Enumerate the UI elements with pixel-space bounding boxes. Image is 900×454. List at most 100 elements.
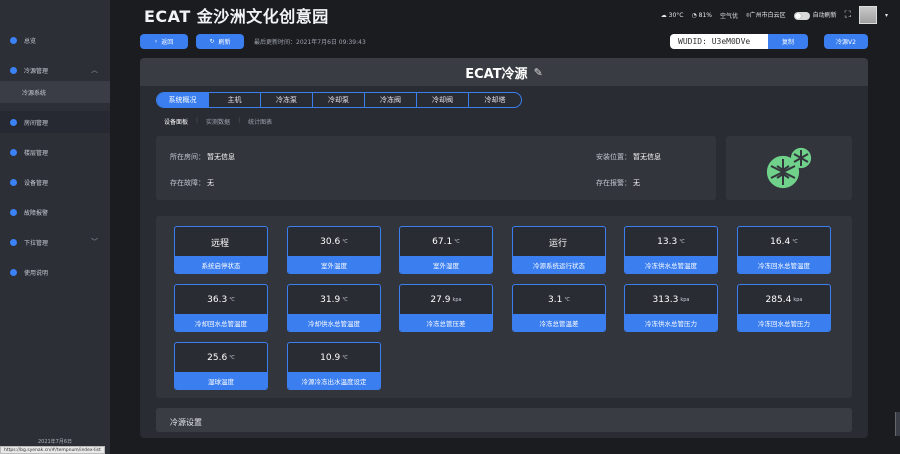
tab-cooling-pump[interactable]: 冷却泵 (313, 93, 365, 107)
back-button[interactable]: ‹ 返回 (140, 34, 188, 49)
weather-item: ☁ 30°C (661, 12, 684, 19)
fault-info: 存在故障：无 (170, 178, 214, 188)
edit-icon[interactable]: ✎ (534, 66, 543, 79)
metric-card: 27.9 kpa 冷冻总管压差 (399, 284, 493, 332)
location-info-label: 所在房间： (170, 153, 205, 161)
metric-card: 25.6 ℃ 湿球温度 (174, 342, 268, 390)
home-icon (10, 118, 17, 126)
location-text: 广州市白云区 (749, 12, 786, 19)
cooling-tower-logo (726, 136, 852, 200)
sidebar: 总览 冷源管理 ︿ 冷源系统 房间管理 楼层管理 设备管理 故障报警 下拉管理 … (0, 0, 110, 454)
sidebar-item-alarms[interactable]: 故障报警 (0, 201, 110, 223)
sidebar-item-dropdown[interactable]: 下拉管理 ﹀ (0, 231, 110, 253)
sidebar-item-label: 冷源管理 (24, 67, 49, 75)
chevron-up-icon: ︿ (91, 66, 98, 74)
tab-overview[interactable]: 系统概况 (157, 93, 209, 107)
refresh-button[interactable]: ↻ 刷新 (196, 34, 244, 49)
sidebar-brand (0, 0, 110, 26)
location-item: ⌾广州市白云区 (746, 10, 786, 20)
droplet-icon: ◔ (691, 11, 697, 19)
metric-label: 冷却供水总管温度 (288, 314, 380, 331)
metric-card: 3.1 ℃ 冷冻总管温差 (512, 284, 606, 332)
metric-label: 室外温度 (288, 256, 380, 273)
sidebar-item-help[interactable]: 使用说明 (0, 261, 110, 283)
metric-unit: ℃ (342, 297, 348, 303)
humidity-item: ◔ 81% (692, 12, 713, 19)
sidebar-item-cold-source-system[interactable]: 冷源系统 (0, 81, 110, 103)
tab-cooling-valve[interactable]: 冷却阀 (417, 93, 469, 107)
air-quality-text: 空气优 (720, 12, 739, 20)
metric-unit: ℃ (454, 239, 460, 245)
metric-card: 远程 系统启停状态 (174, 226, 268, 274)
sidebar-item-label: 下拉管理 (24, 239, 49, 247)
copy-button[interactable]: 复制 (768, 34, 808, 49)
metric-value: 远程 (210, 238, 229, 249)
sidebar-item-rooms[interactable]: 房间管理 (0, 111, 110, 133)
device-tabs: 系统概况 主机 冷冻泵 冷却泵 冷冻阀 冷却阀 冷却塔 (156, 92, 522, 108)
avatar[interactable] (858, 6, 877, 24)
tab-chilled-valve[interactable]: 冷冻阀 (365, 93, 417, 107)
metric-value: 67.1 (432, 237, 453, 247)
install-info-label: 安装位置： (596, 153, 631, 161)
top-info: ☁ 30°C ◔ 81% 空气优 ⌾广州市白云区 自动刷新 ⛶ ▾ (661, 6, 888, 24)
top-bar: ECAT 金沙洲文化创意园 ☁ 30°C ◔ 81% 空气优 ⌾广州市白云区 自… (110, 0, 900, 28)
metric-card: 285.4 kpa 冷冻回水总管压力 (737, 284, 831, 332)
metric-label: 冷源冷冻出水温度设定 (288, 372, 380, 389)
metric-unit: ℃ (342, 355, 348, 361)
metric-value: 运行 (548, 238, 567, 249)
info-icon (10, 268, 17, 276)
toggle-switch[interactable] (793, 11, 810, 20)
metric-unit: kpa (793, 297, 803, 303)
tab-host[interactable]: 主机 (209, 93, 261, 107)
metric-card: 67.1 ℃ 室外湿度 (399, 226, 493, 274)
version-button[interactable]: 冷源V2 (824, 34, 868, 49)
metric-unit: ℃ (564, 297, 570, 303)
alarm-info-label: 存在报警： (596, 179, 631, 187)
alarm-info-value: 无 (633, 179, 640, 187)
settings-title: 冷源设置 (170, 418, 202, 427)
metric-label: 冷源系统运行状态 (513, 256, 605, 273)
metric-value: 25.6 (207, 353, 228, 363)
chevron-left-icon: ‹ (154, 38, 158, 45)
sidebar-item-overview[interactable]: 总览 (0, 29, 110, 51)
metric-value: 16.4 (770, 237, 791, 247)
metric-card: 运行 冷源系统运行状态 (512, 226, 606, 274)
metric-value: 3.1 (548, 295, 563, 305)
auto-refresh-toggle[interactable]: 自动刷新 (793, 10, 837, 20)
auto-refresh-label: 自动刷新 (812, 12, 837, 20)
sidebar-item-label: 房间管理 (24, 119, 49, 127)
sidebar-item-devices[interactable]: 设备管理 (0, 171, 110, 193)
cold-source-settings-section[interactable]: 冷源设置 (156, 408, 852, 432)
alarm-info: 存在报警：无 (596, 178, 640, 188)
metric-label: 冷却回水总管温度 (175, 314, 267, 331)
metric-value: 285.4 (765, 295, 792, 305)
metric-value: 36.3 (207, 295, 228, 305)
subtab-statistics[interactable]: 统计图表 (248, 117, 272, 126)
metric-value: 13.3 (657, 237, 678, 247)
scrollbar-handle[interactable] (895, 412, 900, 436)
sidebar-item-cold-source[interactable]: 冷源管理 ︿ (0, 59, 110, 81)
refresh-label: 刷新 (218, 39, 231, 46)
caret-down-icon[interactable]: ▾ (885, 12, 888, 19)
subtab-device-panel[interactable]: 设备面板 (164, 117, 188, 126)
metric-card: 31.9 ℃ 冷却供水总管温度 (287, 284, 381, 332)
wuid-field: WUDID: U3eM0DVe (670, 34, 768, 49)
device-icon (10, 178, 17, 186)
temperature-text: 30°C (668, 11, 684, 19)
metric-label: 系统启停状态 (175, 256, 267, 273)
metric-unit: ℃ (229, 297, 235, 303)
sidebar-item-floors[interactable]: 楼层管理 (0, 141, 110, 163)
tab-chilled-pump[interactable]: 冷冻泵 (261, 93, 313, 107)
app-title: ECAT 金沙洲文化创意园 (144, 7, 329, 26)
install-info: 安装位置： 暂无信息 (596, 152, 661, 162)
metric-unit: kpa (680, 297, 690, 303)
fullscreen-icon[interactable]: ⛶ (845, 10, 851, 20)
metric-label: 冷冻回水总管温度 (738, 256, 830, 273)
fault-info-value: 无 (207, 179, 214, 187)
location-info-value: 暂无信息 (207, 153, 235, 161)
tab-cooling-tower[interactable]: 冷却塔 (469, 93, 521, 107)
subtab-measured-data[interactable]: 实测数据 (206, 117, 230, 126)
metric-label: 冷冻回水总管压力 (738, 314, 830, 331)
sidebar-item-label: 楼层管理 (24, 149, 49, 157)
main-panel: ECAT冷源 ✎ 系统概况 主机 冷冻泵 冷却泵 冷冻阀 冷却阀 冷却塔 设备面… (140, 58, 868, 438)
